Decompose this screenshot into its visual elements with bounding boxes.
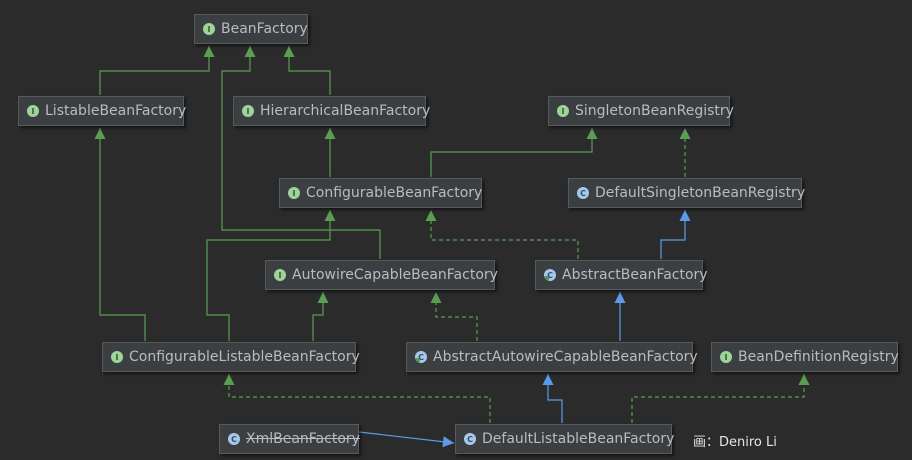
edge-abstractautowirecapablebeanfactory-to-abstractbeanfactory <box>614 292 626 341</box>
node-label: ConfigurableBeanFactory <box>306 185 483 201</box>
arrowhead <box>425 210 437 221</box>
arrowhead <box>614 292 626 303</box>
author-credit: 画：Deniro Li <box>693 435 777 450</box>
abstract-class-icon: C <box>544 269 556 281</box>
edge-configurablebeanfactory-to-hierarchicalbeanfactory <box>324 128 336 177</box>
arrowhead <box>283 46 295 57</box>
arrowhead <box>94 128 106 139</box>
node-label: ListableBeanFactory <box>45 103 187 119</box>
arrowhead <box>430 292 442 303</box>
arrowhead <box>442 436 454 448</box>
node-singletonbeanregistry[interactable]: I SingletonBeanRegistry <box>548 96 734 126</box>
node-autowirecapablebeanfactory[interactable]: I AutowireCapableBeanFactory <box>265 260 498 290</box>
inheritance-edges <box>94 46 810 448</box>
node-label: AbstractAutowireCapableBeanFactory <box>433 349 698 365</box>
edge-autowirecapablebeanfactory-to-beanfactory <box>221 46 381 259</box>
edge-abstractautowirecapablebeanfactory-to-autowirecapablebeanfactory <box>430 292 478 341</box>
arrowhead <box>542 374 554 385</box>
arrowhead <box>324 210 336 221</box>
edge-listablebeanfactory-to-beanfactory <box>99 46 215 95</box>
arrowhead <box>317 292 329 303</box>
node-label: DefaultListableBeanFactory <box>482 431 675 447</box>
arrowhead <box>244 46 256 57</box>
node-hierarchicalbeanfactory[interactable]: I HierarchicalBeanFactory <box>233 96 430 126</box>
edge-defaultlistablebeanfactory-to-configurablelistablebeanfactory <box>223 374 491 423</box>
node-defaultlistablebeanfactory[interactable]: C DefaultListableBeanFactory <box>455 424 675 454</box>
edge-configurablebeanfactory-to-singletonbeanregistry <box>430 128 598 177</box>
edge-hierarchicalbeanfactory-to-beanfactory <box>283 46 331 95</box>
interface-icon: I <box>274 269 286 281</box>
class-icon: C <box>577 187 589 199</box>
edge-configurablelistablebeanfactory-to-autowirecapablebeanfactory <box>312 292 329 341</box>
node-label: SingletonBeanRegistry <box>575 103 734 119</box>
node-abstractbeanfactory[interactable]: C AbstractBeanFactory <box>535 260 708 290</box>
arrowhead <box>798 374 810 385</box>
interface-icon: I <box>27 105 39 117</box>
edge-defaultlistablebeanfactory-to-beandefinitionregistry <box>631 374 810 423</box>
interface-icon: I <box>242 105 254 117</box>
node-label: XmlBeanFactory <box>246 431 360 447</box>
interface-icon: I <box>111 351 123 363</box>
arrowhead <box>679 128 691 139</box>
interface-icon: I <box>203 23 215 35</box>
node-label: DefaultSingletonBeanRegistry <box>595 185 806 201</box>
node-label: BeanDefinitionRegistry <box>738 349 899 365</box>
node-abstractautowirecapablebeanfactory[interactable]: C AbstractAutowireCapableBeanFactory <box>406 342 698 372</box>
node-configurablebeanfactory[interactable]: I ConfigurableBeanFactory <box>279 178 482 208</box>
interface-icon: I <box>557 105 569 117</box>
edge-defaultsingletonbeanregistry-to-singletonbeanregistry <box>679 128 691 177</box>
arrowhead <box>203 46 215 57</box>
node-label: AutowireCapableBeanFactory <box>292 267 498 283</box>
class-icon: C <box>464 433 476 445</box>
abstract-class-icon: C <box>415 351 427 363</box>
node-configurablelistablebeanfactory[interactable]: I ConfigurableListableBeanFactory <box>102 342 360 372</box>
arrowhead <box>679 210 691 221</box>
node-label: HierarchicalBeanFactory <box>260 103 431 119</box>
node-beandefinitionregistry[interactable]: I BeanDefinitionRegistry <box>711 342 899 372</box>
edge-configurablelistablebeanfactory-to-listablebeanfactory <box>94 128 146 341</box>
edge-defaultlistablebeanfactory-to-abstractautowirecapablebeanfactory <box>542 374 563 423</box>
arrowhead <box>223 374 235 385</box>
node-listablebeanfactory[interactable]: I ListableBeanFactory <box>18 96 187 126</box>
edge-abstractbeanfactory-to-defaultsingletonbeanregistry <box>660 210 691 259</box>
edge-xmlbeanfactory-to-defaultlistablebeanfactory <box>358 431 455 448</box>
interface-icon: I <box>288 187 300 199</box>
node-defaultsingletonbeanregistry[interactable]: C DefaultSingletonBeanRegistry <box>568 178 806 208</box>
node-xmlbeanfactory[interactable]: C XmlBeanFactory <box>219 424 360 454</box>
arrowhead <box>324 128 336 139</box>
node-label: AbstractBeanFactory <box>562 267 708 283</box>
arrowhead <box>586 128 598 139</box>
interface-icon: I <box>720 351 732 363</box>
class-icon: C <box>228 433 240 445</box>
node-beanfactory[interactable]: I BeanFactory <box>194 14 308 44</box>
edge-abstractbeanfactory-to-configurablebeanfactory <box>425 210 579 259</box>
node-label: BeanFactory <box>221 21 308 37</box>
node-label: ConfigurableListableBeanFactory <box>129 349 360 365</box>
